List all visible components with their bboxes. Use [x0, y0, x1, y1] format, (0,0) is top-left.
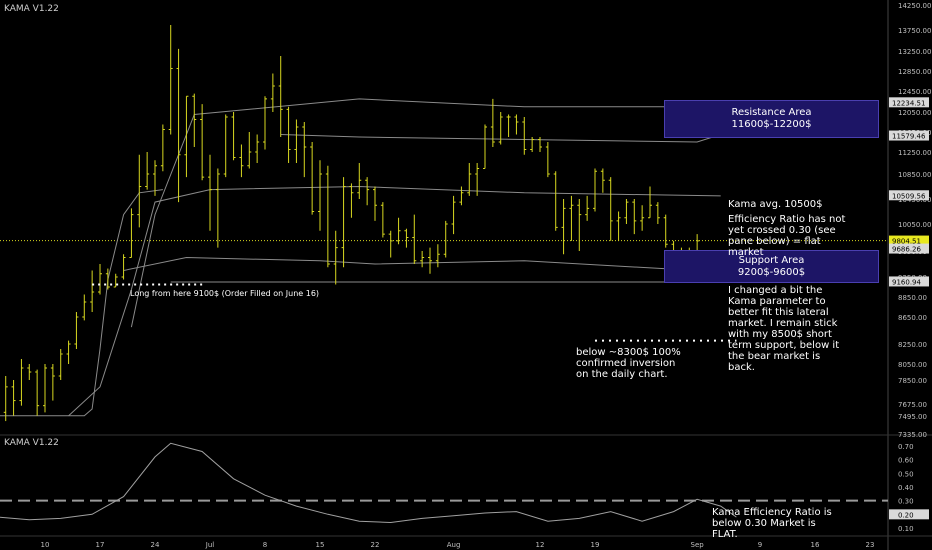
y-tick-label: 13750.00 — [898, 27, 931, 35]
x-tick-label: 23 — [866, 541, 875, 549]
price-label: 9160.94 — [892, 278, 921, 286]
y-tick-label: 8050.00 — [898, 361, 927, 369]
y-tick-label: 7335.00 — [898, 431, 927, 439]
y-tick-label: 13250.00 — [898, 48, 931, 56]
er-y-tick-label: 0.10 — [898, 525, 914, 533]
y-tick-label: 8250.00 — [898, 341, 927, 349]
y-tick-label: 10850.00 — [898, 171, 931, 179]
y-tick-label: 10050.00 — [898, 221, 931, 229]
price-label: 11579.46 — [892, 133, 926, 141]
x-tick-label: 8 — [263, 541, 267, 549]
kama-slow-line — [0, 189, 163, 417]
y-tick-label: 7850.00 — [898, 377, 927, 385]
x-tick-label: 17 — [96, 541, 105, 549]
x-tick-label: 22 — [371, 541, 380, 549]
resistance-area-range: 11600$-12200$ — [731, 119, 812, 130]
y-tick-label: 12850.00 — [898, 68, 931, 76]
y-tick-label: 7675.00 — [898, 401, 927, 409]
x-tick-label: 12 — [536, 541, 545, 549]
long-entry-note: Long from here 9100$ (Order Filled on Ju… — [130, 289, 320, 298]
y-tick-label: 12450.00 — [898, 88, 931, 96]
x-tick-label: 9 — [758, 541, 762, 549]
kama-mid-band — [68, 185, 721, 417]
y-tick-label: 12050.00 — [898, 109, 931, 117]
efficiency-note: Efficiency Ratio has not yet crossed 0.3… — [728, 214, 846, 258]
er-y-tick-label: 0.50 — [898, 470, 914, 478]
price-label: 12234.51 — [892, 99, 925, 107]
x-tick-label: 24 — [151, 541, 160, 549]
resistance-area-box: Resistance Area 11600$-12200$ — [664, 100, 879, 138]
x-tick-label: Jul — [205, 541, 215, 549]
er-y-tick-label: 0.40 — [898, 484, 914, 492]
x-tick-label: 10 — [41, 541, 50, 549]
below-8300-note: below ~8300$ 100% confirmed inversion on… — [576, 347, 681, 380]
x-tick-label: 16 — [811, 541, 820, 549]
er-y-tick-label: 0.30 — [898, 498, 914, 506]
er-line — [0, 442, 737, 524]
x-tick-label: 15 — [316, 541, 325, 549]
er-value-label: 0.20 — [898, 511, 914, 519]
support-area-range: 9200$-9600$ — [737, 266, 806, 278]
resistance-area-label: Resistance Area — [731, 107, 812, 118]
x-tick-label: Aug — [447, 541, 461, 549]
y-tick-label: 7495.00 — [898, 413, 927, 421]
price-label: 10509.56 — [892, 192, 926, 200]
er-y-tick-label: 0.70 — [898, 443, 914, 451]
kama-avg-note: Kama avg. 10500$ — [728, 199, 823, 210]
er-y-tick-label: 0.60 — [898, 457, 914, 465]
y-tick-label: 11250.00 — [898, 149, 931, 157]
y-tick-label: 8650.00 — [898, 314, 927, 322]
er-note: Kama Efficiency Ratio is below 0.30 Mark… — [712, 507, 832, 540]
x-tick-label: Sep — [691, 541, 705, 549]
x-tick-label: 19 — [591, 541, 600, 549]
price-label: 9686.26 — [892, 246, 921, 254]
y-tick-label: 14250.00 — [898, 2, 931, 10]
y-tick-label: 8850.00 — [898, 294, 927, 302]
changed-param-note: I changed a bit the Kama parameter to be… — [728, 285, 840, 373]
